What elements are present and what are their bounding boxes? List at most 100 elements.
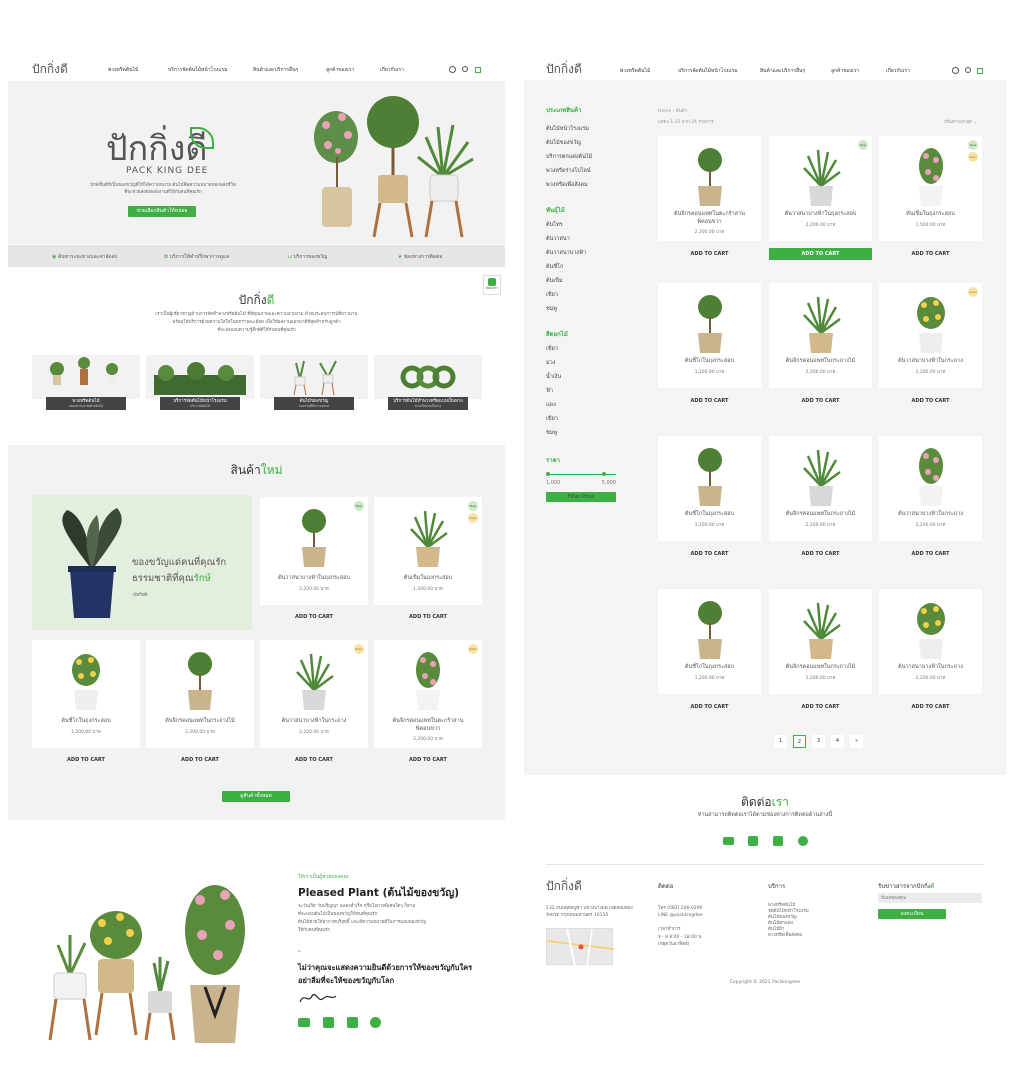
- product-name[interactable]: ต้นจิกรคอนแพทในกระถางไม้: [769, 358, 872, 365]
- page-button[interactable]: 1: [774, 735, 787, 748]
- cart-icon[interactable]: [475, 67, 481, 73]
- color-filter-item[interactable]: เขียว: [546, 345, 616, 353]
- footer-logo[interactable]: ปักกิ่งดี: [546, 877, 582, 896]
- product-card[interactable]: ต้นจิกรคอนแพทในกระถางไม้ 2,200.00 บาท: [769, 436, 872, 541]
- product-image[interactable]: [403, 648, 453, 712]
- product-card[interactable]: New Sale! ต้นเข็มในถุงกระสอบ 1,500.00 บาท: [879, 136, 982, 241]
- search-icon[interactable]: [462, 66, 468, 72]
- product-image[interactable]: [289, 648, 339, 712]
- product-card[interactable]: ต้นชี่โกในถุงกระสอบ 1,200.00 บาท: [32, 640, 140, 748]
- product-name[interactable]: ต้นวาสนาบางฟ้าในถุงกระสอบ: [769, 211, 872, 218]
- product-image[interactable]: [175, 648, 225, 712]
- add-to-cart-button[interactable]: ADD TO CART: [769, 701, 872, 713]
- feature-item-3[interactable]: ❦ ช่องทางการติดต่อ: [398, 253, 442, 261]
- add-to-cart-button[interactable]: ADD TO CART: [879, 395, 982, 407]
- feature-item-2[interactable]: ⊔ บริการของขวัญ: [288, 253, 327, 261]
- shop-nav-item-4[interactable]: เกี่ยวกับเรา: [886, 67, 910, 75]
- color-filter-item[interactable]: ชมพู: [546, 429, 616, 437]
- newsletter-email-input[interactable]: [878, 893, 982, 903]
- product-card[interactable]: ต้นชี่โกในถุงกระสอบ 1,200.00 บาท: [658, 436, 761, 541]
- shop-logo[interactable]: ปักกิ่งดี: [546, 60, 582, 79]
- plant-filter-item[interactable]: ต้นไทร: [546, 221, 616, 229]
- product-name[interactable]: ต้นจิกรคอนแพทในตะกร้าสาน: [374, 718, 482, 725]
- plant-filter-item[interactable]: ชมพู: [546, 305, 616, 313]
- product-name[interactable]: ต้นวาสนาบางฟ้าในกระถาง: [879, 358, 982, 365]
- hero-cta-button[interactable]: ช่วยเลือกสินค้าให้หน่อย: [128, 206, 196, 217]
- color-filter-item[interactable]: ม่วง: [546, 359, 616, 367]
- plant-filter-item[interactable]: ต้นวาสนาบางฟ้า: [546, 249, 616, 257]
- product-card[interactable]: ต้นจิกรคอนแพทในกระถางไม้ 2,200.00 บาท: [769, 283, 872, 388]
- add-to-cart-button[interactable]: ADD TO CART: [374, 754, 482, 766]
- feature-item-0[interactable]: ◉ ค้นหาระยะทางและค่าจัดส่ง: [52, 253, 117, 261]
- feature-item-1[interactable]: ✿ บริการให้คำปรึกษาการดูแล: [164, 253, 229, 261]
- product-image[interactable]: [685, 291, 735, 355]
- page-button[interactable]: »: [850, 735, 863, 748]
- product-name[interactable]: ต้นวาสนาบางฟ้าในถุงกระสอบ: [260, 575, 368, 582]
- home-nav-item-2[interactable]: สินค้าและบริการอื่นๆ: [253, 66, 298, 74]
- add-to-cart-button[interactable]: ADD TO CART: [769, 248, 872, 260]
- product-image[interactable]: [796, 597, 846, 661]
- product-card[interactable]: New ต้นวาสนาบางฟ้าในถุงกระสอบ 2,200.00 บาท: [260, 497, 368, 605]
- add-to-cart-button[interactable]: ADD TO CART: [658, 248, 761, 260]
- page-button[interactable]: 4: [831, 735, 844, 748]
- product-card[interactable]: ต้นจิกรคอนแพทในกระถางไม้ 2,200.00 บาท: [146, 640, 254, 748]
- add-to-cart-button[interactable]: ADD TO CART: [879, 548, 982, 560]
- category-filter-item[interactable]: ต้นไม้ของขวัญ: [546, 139, 616, 147]
- product-image[interactable]: [685, 597, 735, 661]
- add-to-cart-button[interactable]: ADD TO CART: [879, 248, 982, 260]
- footer-line[interactable]: LINE @packkingdee: [658, 912, 703, 919]
- category-card-2[interactable]: ต้นไม้ของขวัญ ของขวัญที่มีความหมาย: [260, 355, 368, 410]
- add-to-cart-button[interactable]: ADD TO CART: [260, 754, 368, 766]
- price-slider[interactable]: [546, 470, 616, 480]
- shop-nav-item-0[interactable]: พวงหรีดต้นไม้: [620, 67, 650, 75]
- product-name[interactable]: ต้นชี่โกในถุงกระสอบ: [32, 718, 140, 725]
- add-to-cart-button[interactable]: ADD TO CART: [658, 548, 761, 560]
- plant-filter-item[interactable]: ต้นชี่โก: [546, 263, 616, 271]
- color-filter-item[interactable]: ฟ้า: [546, 387, 616, 395]
- product-name[interactable]: ต้นวาสนาบางฟ้าในกระถาง: [879, 511, 982, 518]
- view-all-products-button[interactable]: ดูสินค้าทั้งหมด: [222, 791, 290, 802]
- product-image[interactable]: [906, 444, 956, 508]
- product-image[interactable]: [906, 291, 956, 355]
- price-slider-handle-max[interactable]: [602, 472, 606, 476]
- user-icon[interactable]: [952, 67, 959, 74]
- add-to-cart-button[interactable]: ADD TO CART: [658, 395, 761, 407]
- category-card-0[interactable]: พวงหรีดต้นไม้ แสดงความอาลัยด้วยต้นไม้: [32, 355, 140, 410]
- color-filter-item[interactable]: เขียว: [546, 415, 616, 423]
- home-nav-item-0[interactable]: พวงหรีดต้นไม้: [108, 66, 138, 74]
- product-card[interactable]: ต้นจิกรคอนแพทในกระถางไม้ 2,200.00 บาท: [769, 589, 872, 694]
- product-card[interactable]: ต้นวาสนาบางฟ้าในกระถาง 2,200.00 บาท: [879, 436, 982, 541]
- shop-nav-item-3[interactable]: ลูกค้าของเรา: [831, 67, 859, 75]
- product-image[interactable]: [906, 144, 956, 208]
- search-icon[interactable]: [965, 67, 971, 73]
- product-name[interactable]: ต้นเข็มในถุงกระสอบ: [879, 211, 982, 218]
- add-to-cart-button[interactable]: ADD TO CART: [769, 395, 872, 407]
- add-to-cart-button[interactable]: ADD TO CART: [658, 701, 761, 713]
- contact-line-icon[interactable]: [798, 836, 808, 846]
- product-image[interactable]: [289, 505, 339, 569]
- footer-map[interactable]: [546, 928, 614, 966]
- facebook-icon[interactable]: [347, 1017, 358, 1028]
- home-nav-item-3[interactable]: ลูกค้าของเรา: [326, 66, 354, 74]
- product-name[interactable]: ต้นจิกรคอนแพทในกระถางไม้: [769, 664, 872, 671]
- product-card[interactable]: ต้นชี่โกในถุงกระสอบ 1,200.00 บาท: [658, 589, 761, 694]
- price-slider-handle-min[interactable]: [546, 472, 550, 476]
- product-image[interactable]: [796, 291, 846, 355]
- contact-youtube-icon[interactable]: [723, 837, 734, 845]
- product-card[interactable]: New Sale! ต้นเข็มในถุงกระสอบ 1,500.00 บาท: [374, 497, 482, 605]
- home-logo[interactable]: ปักกิ่งดี: [32, 60, 68, 79]
- contact-twitter-icon[interactable]: [748, 836, 758, 846]
- product-name-line-2[interactable]: พิคอนขวา: [374, 726, 482, 733]
- product-card[interactable]: Sale! ต้นจิกรคอนแพทในตะกร้าสาน พิคอนขวา 2,2…: [374, 640, 482, 748]
- product-image[interactable]: [61, 648, 111, 712]
- footer-phone[interactable]: โทร (082) 246-0296: [658, 905, 702, 912]
- product-name[interactable]: ต้นวาสนาบางฟ้าในกระถาง: [879, 664, 982, 671]
- product-image[interactable]: [906, 597, 956, 661]
- product-name[interactable]: ต้นชี่โกในถุงกระสอบ: [658, 358, 761, 365]
- add-to-cart-button[interactable]: ADD TO CART: [32, 754, 140, 766]
- category-card-3[interactable]: บริการต้นไม้ทำพวงหรีดแบบเป็นหวง พวงหรีดแ…: [374, 355, 482, 410]
- plant-filter-item[interactable]: ต้นเข็ม: [546, 277, 616, 285]
- product-image[interactable]: [403, 505, 453, 569]
- line-icon[interactable]: [370, 1017, 381, 1028]
- contact-facebook-icon[interactable]: [773, 836, 783, 846]
